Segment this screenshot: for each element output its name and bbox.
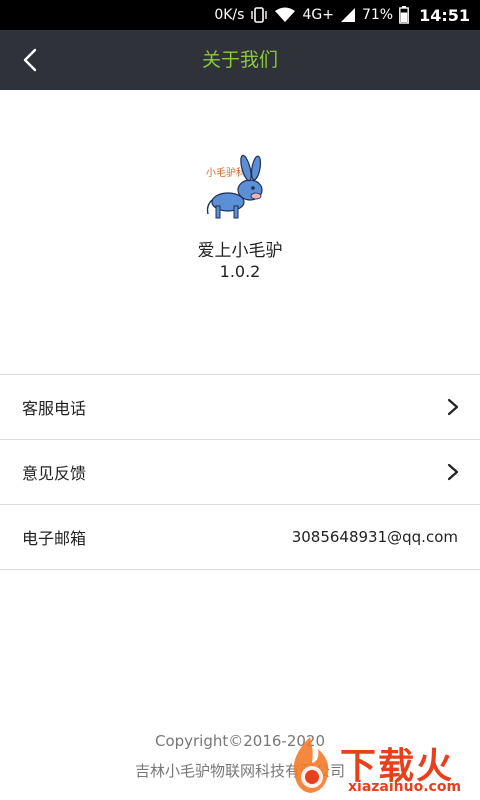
app-name: 爱上小毛驴	[197, 241, 283, 261]
vibrate-icon	[250, 7, 268, 23]
donkey-logo-icon: 小毛驴科技	[206, 154, 263, 219]
status-bar-right: 0K/s 4G+ 71% 14:51	[214, 0, 470, 30]
list-item-label: 客服电话	[22, 399, 87, 418]
list-item-label: 意见反馈	[22, 464, 87, 483]
net-speed: 0K/s	[214, 7, 245, 23]
flame-logo-icon	[293, 737, 329, 793]
list-item-feedback[interactable]: 意见反馈	[0, 439, 480, 504]
app-logo: 小毛驴科技	[196, 150, 276, 222]
page-title: 关于我们	[201, 49, 278, 71]
watermark-url: xiazaihuo.com	[348, 779, 462, 795]
clock: 14:51	[419, 5, 470, 25]
status-bar: 0K/s 4G+ 71% 14:51	[0, 0, 480, 30]
network-type: 4G+	[302, 7, 334, 23]
list-item-service-phone[interactable]: 客服电话	[0, 374, 480, 439]
battery-icon	[399, 6, 409, 24]
battery-percent: 71%	[361, 7, 394, 23]
list-item-email: 电子邮箱 3085648931@qq.com	[0, 504, 480, 570]
wifi-icon	[274, 7, 296, 23]
app-version: 1.0.2	[219, 262, 261, 281]
info-list: 客服电话 意见反馈 电子邮箱 3085648931@qq.com	[0, 374, 480, 570]
list-item-label: 电子邮箱	[22, 529, 87, 548]
signal-icon	[340, 7, 356, 23]
nav-bar: 关于我们	[0, 30, 480, 90]
chevron-right-icon	[447, 463, 459, 481]
email-value: 3085648931@qq.com	[291, 528, 458, 546]
chevron-right-icon	[447, 398, 459, 416]
watermark: 下载火 xiazaihuo.com	[282, 735, 480, 800]
